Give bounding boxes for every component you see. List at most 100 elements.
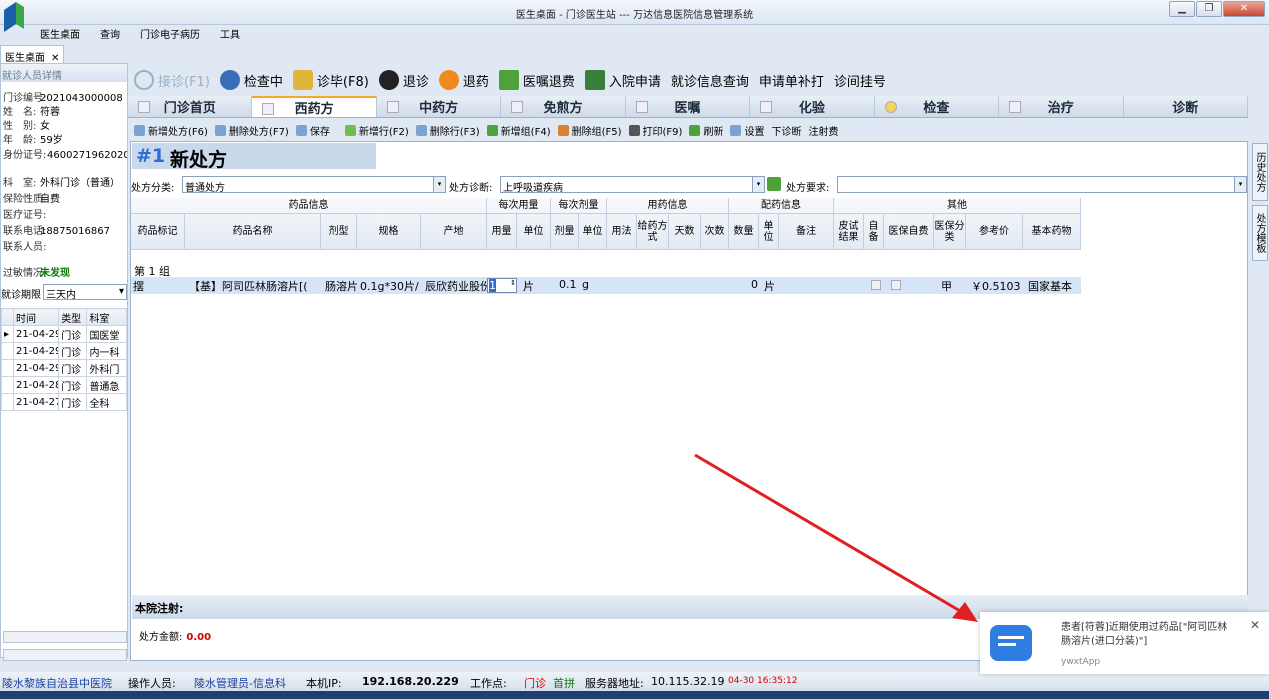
window-title: 医生桌面 - 门诊医生站 --- 万达信息医院信息管理系统 <box>515 10 754 21</box>
notification-popup[interactable]: 患者[符蓉]近期使用过药品["阿司匹林肠溶片(进口分装)"] ywxtApp ✕ <box>980 612 1269 674</box>
cell-unit[interactable]: 片 <box>523 278 534 294</box>
tab-history-rx[interactable]: 历史处方 <box>1252 143 1268 201</box>
save-button[interactable]: 保存 <box>295 123 330 138</box>
self-provided-checkbox[interactable] <box>871 280 881 290</box>
admission-icon <box>584 70 605 90</box>
finish-button[interactable]: 诊毕(F8) <box>292 70 369 90</box>
radiation-icon <box>884 101 897 113</box>
return-drug-button[interactable]: 退药 <box>438 70 489 90</box>
cell-count[interactable]: 0 <box>751 278 758 291</box>
maximize-button[interactable]: ❐ <box>1196 1 1222 17</box>
table-row[interactable]: ▸ 21-04-29 门诊 国医堂 <box>1 325 127 343</box>
diagnosis-picker-icon[interactable] <box>767 177 781 191</box>
amount-value: 0.00 <box>186 632 212 643</box>
right-side-tabs: 历史处方 处方模板 <box>1250 141 1269 661</box>
print-button[interactable]: 打印(F9) <box>628 123 682 138</box>
cell-dose[interactable]: 0.1 <box>559 278 577 291</box>
delete-rx-button[interactable]: 删除处方(F7) <box>214 123 289 138</box>
field-gender: 性 别: 女 <box>3 121 50 132</box>
cell-drug-name[interactable]: 【基】阿司匹林肠溶片[( <box>189 278 319 294</box>
table-row[interactable]: 21-04-28 门诊 普通急 <box>1 376 127 394</box>
cell-origin[interactable]: 辰欣药业股份 <box>425 278 487 294</box>
cell-count-unit[interactable]: 片 <box>764 278 775 294</box>
registration-button[interactable]: 诊间挂号 <box>834 71 886 90</box>
table-row[interactable]: 21-04-29 门诊 内一科 <box>1 342 127 360</box>
visit-query-button[interactable]: 就诊信息查询 <box>671 71 749 90</box>
quantity-stepper[interactable]: 1 ⇕ <box>487 278 517 293</box>
visit-history-table: 时间 类型 科室 ▸ 21-04-29 门诊 国医堂 21-04-29 门诊 内一科 21-0… <box>1 308 127 411</box>
add-group-button[interactable]: 新增组(F4) <box>486 123 551 138</box>
self-pay-checkbox[interactable] <box>891 280 901 290</box>
workstation-value: 门诊 <box>524 677 546 690</box>
tab-diagnosis[interactable]: 诊断 <box>1124 96 1248 117</box>
taskbar <box>0 691 1269 699</box>
close-button[interactable]: ✕ <box>1223 1 1265 17</box>
chat-bubble-icon <box>990 625 1032 661</box>
user-remove-icon <box>378 70 399 90</box>
printer-icon <box>628 124 640 136</box>
tab-lab[interactable]: 化验 <box>750 96 875 117</box>
settings-icon <box>730 124 742 136</box>
cell-mark[interactable]: 摆 <box>133 278 144 294</box>
tab-treatment[interactable]: 治疗 <box>999 96 1124 117</box>
main-toolbar: 接诊(F1) 检查中 诊毕(F8) 退诊 退药 医嘱退费 入院申请 就诊信息查询… <box>134 66 896 94</box>
panel-scrollbar[interactable] <box>3 649 127 661</box>
rx-diagnosis-select[interactable]: 上呼吸道疾病 ▾ <box>500 176 765 194</box>
menu-item-emr[interactable]: 门诊电子病历 <box>140 26 200 44</box>
tab-rx-template[interactable]: 处方模板 <box>1252 205 1268 261</box>
rx-requirement-select[interactable]: ▾ <box>837 176 1247 193</box>
cell-price[interactable]: ￥0.5103 <box>971 278 1021 294</box>
document-tab[interactable]: 医生桌面 ✕ <box>0 45 64 64</box>
menu-item-tools[interactable]: 工具 <box>220 26 240 44</box>
status-time: 04-30 16:35:12 <box>728 676 798 686</box>
refund-button[interactable]: 医嘱退费 <box>498 70 575 90</box>
drug-row[interactable]: 摆 【基】阿司匹林肠溶片[( 肠溶片 0.1g*30片/ 辰欣药业股份 1 ⇕ 片… <box>131 277 1081 294</box>
return-icon <box>438 70 459 90</box>
cell-form[interactable]: 肠溶片 <box>325 278 357 294</box>
operator-label: 操作人员: <box>128 677 176 690</box>
cell-dose-unit[interactable]: g <box>582 278 589 291</box>
history-scrollbar[interactable] <box>3 631 127 643</box>
field-department: 科 室: 外科门诊（普通） <box>3 178 120 189</box>
tab-chinese-rx[interactable]: 中药方 <box>377 96 502 117</box>
delete-group-button[interactable]: 删除组(F5) <box>557 123 622 138</box>
tab-orders[interactable]: 医嘱 <box>626 96 751 117</box>
injection-fee-button[interactable]: 注射费 <box>808 123 838 138</box>
checking-button[interactable]: 检查中 <box>219 70 283 90</box>
close-icon[interactable]: ✕ <box>1250 618 1260 632</box>
tab-exam[interactable]: 检查 <box>875 96 1000 117</box>
menu-item-query[interactable]: 查询 <box>100 26 120 44</box>
delete-row-button[interactable]: 删除行(F3) <box>415 123 480 138</box>
field-age: 年 龄: 59岁 <box>3 135 63 146</box>
menu-item-desktop[interactable]: 医生桌面 <box>40 26 80 44</box>
rx-type-select[interactable]: 普通处方 ▾ <box>182 176 446 194</box>
refresh-button[interactable]: 刷新 <box>689 123 723 138</box>
cell-spec[interactable]: 0.1g*30片/ <box>360 278 420 294</box>
tab-western-rx[interactable]: 西药方 <box>252 96 377 117</box>
menu-bar: 医生桌面 查询 门诊电子病历 工具 <box>30 26 250 44</box>
tab-granule-rx[interactable]: 免煎方 <box>501 96 626 117</box>
add-row-button[interactable]: 新增行(F2) <box>344 123 409 138</box>
settings-button[interactable]: 设置 <box>730 123 764 138</box>
next-diagnosis-button[interactable]: 下诊断 <box>771 123 801 138</box>
rx-diag-label: 处方诊断: <box>449 183 493 194</box>
cell-insurance-class[interactable]: 甲 <box>941 278 952 294</box>
cell-basic-drug[interactable]: 国家基本 <box>1028 278 1080 294</box>
tab-home[interactable]: 门诊首页 <box>128 96 253 117</box>
field-contact: 联系人员: <box>3 242 47 253</box>
delete-group-icon <box>557 124 569 136</box>
table-row[interactable]: 21-04-29 门诊 外科门 <box>1 359 127 377</box>
module-tabs: 门诊首页 西药方 中药方 免煎方 医嘱 化验 检查 治疗 诊断 <box>128 96 1248 118</box>
receive-button[interactable]: 接诊(F1) <box>134 70 210 90</box>
minimize-button[interactable]: ▁ <box>1169 1 1195 17</box>
table-row[interactable]: 21-04-27 门诊 全科 <box>1 393 127 411</box>
admission-button[interactable]: 入院申请 <box>584 70 661 90</box>
add-row-icon <box>344 124 356 136</box>
delete-rx-icon <box>214 124 226 136</box>
period-select[interactable]: 三天内 ▾ <box>43 284 127 301</box>
reprint-button[interactable]: 申请单补打 <box>759 71 824 90</box>
cancel-visit-button[interactable]: 退诊 <box>378 70 429 90</box>
new-rx-button[interactable]: 新增处方(F6) <box>134 123 208 138</box>
field-insurance: 保险性质:自费 <box>3 194 60 205</box>
rx-icon <box>262 103 275 115</box>
